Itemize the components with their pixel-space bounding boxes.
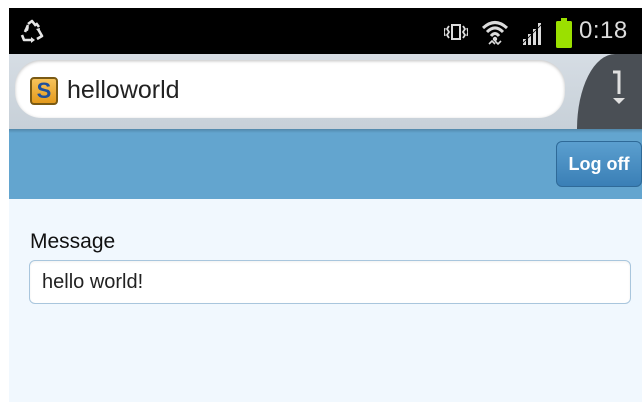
message-input[interactable]: hello world! [29,260,631,304]
header-shadow [9,129,642,133]
battery-icon [556,18,572,48]
site-favicon-icon: S [30,77,58,105]
message-label: Message [30,230,116,253]
vibrate-icon [444,24,468,40]
browser-address-bar: S helloworld [9,54,642,129]
url-field[interactable]: S helloworld [15,60,565,118]
url-text: helloworld [67,76,180,104]
signal-icon [521,23,543,46]
menu-icon[interactable] [607,68,627,108]
app-header [9,129,642,199]
recycle-icon [20,19,44,43]
message-value: hello world! [42,271,144,293]
wifi-icon [481,21,509,46]
logoff-button[interactable]: Log off [556,141,642,187]
status-bar: 0:18 [9,8,642,54]
phone-screen: 0:18 S helloworld Log off Message hello … [9,8,642,402]
status-clock: 0:18 [579,17,628,44]
